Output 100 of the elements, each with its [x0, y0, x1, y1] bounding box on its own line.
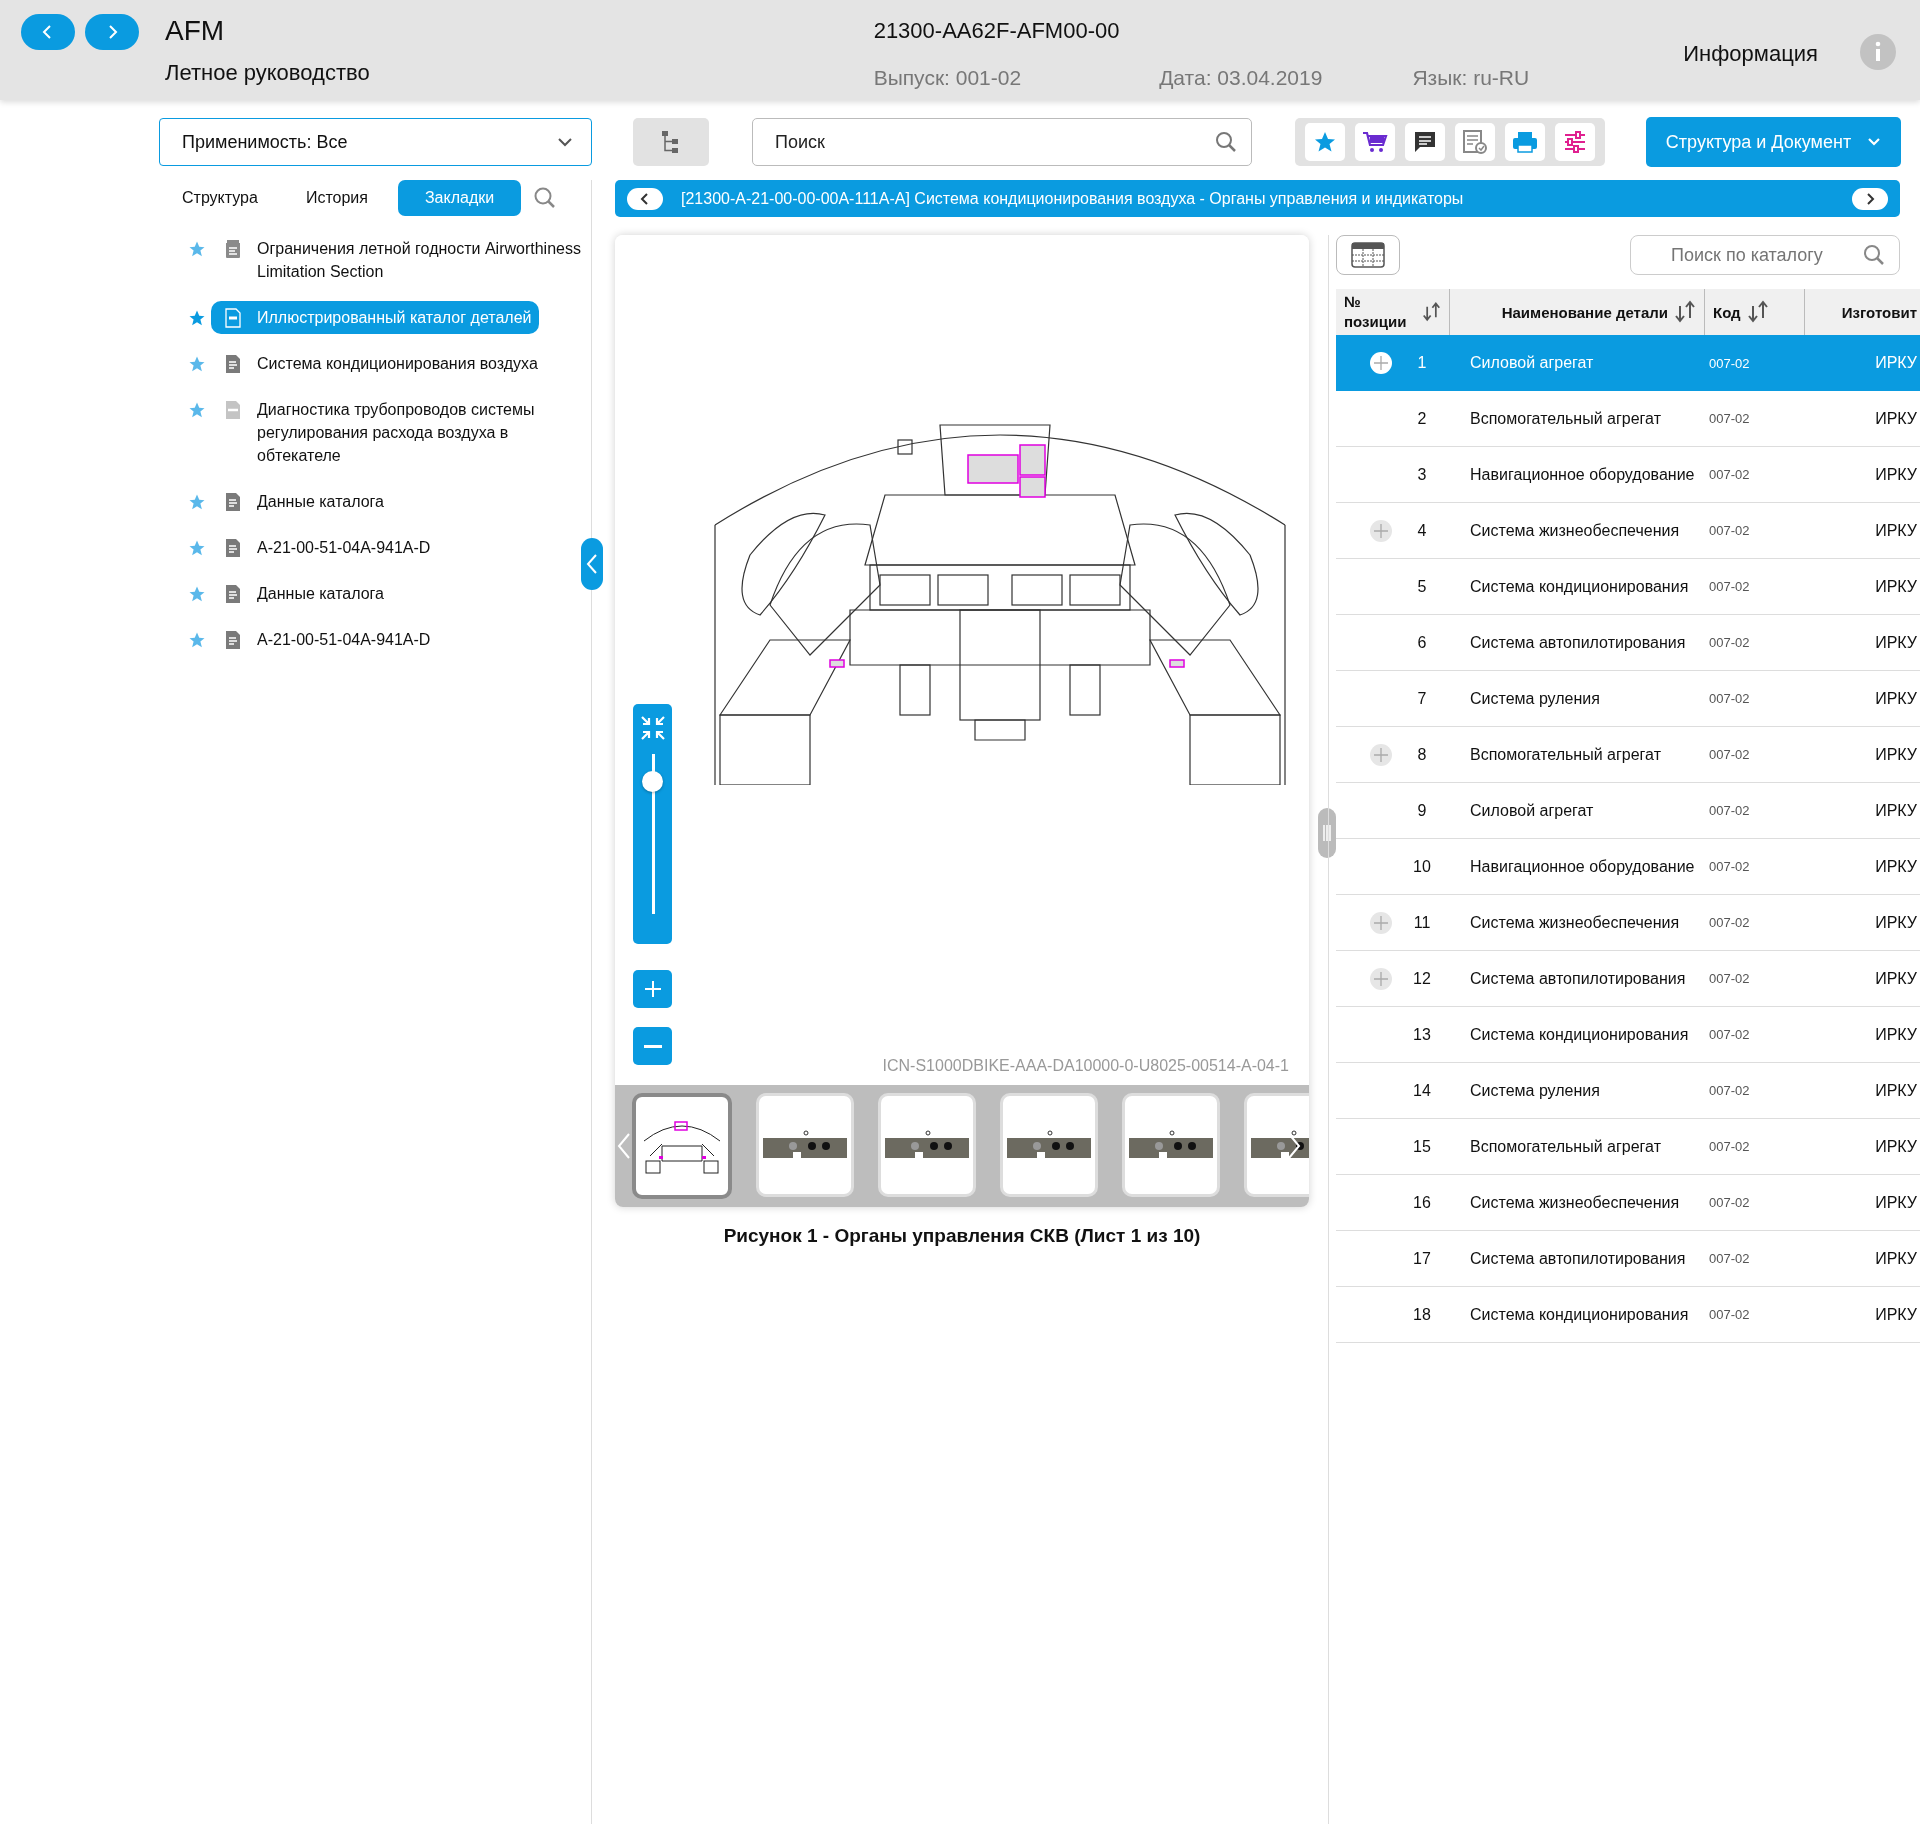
- table-row[interactable]: 12 Система автопилотирования 007-02 ИРКУ: [1336, 951, 1920, 1007]
- table-row[interactable]: 13 Система кондиционирования 007-02 ИРКУ: [1336, 1007, 1920, 1063]
- table-row[interactable]: 2 Вспомогательный агрегат 007-02 ИРКУ: [1336, 391, 1920, 447]
- zoom-in-button[interactable]: [633, 970, 672, 1008]
- minus-icon: [643, 1044, 662, 1048]
- table-row[interactable]: 15 Вспомогательный агрегат 007-02 ИРКУ: [1336, 1119, 1920, 1175]
- bookmark-item[interactable]: A-21-00-51-04A-941A-D: [211, 623, 439, 656]
- table-view-button[interactable]: [1336, 235, 1400, 275]
- table-cell-text: ИРКУ: [1874, 1193, 1918, 1212]
- language-label: Язык: ru-RU: [1412, 66, 1530, 90]
- table-cell-text: 15: [1412, 1137, 1432, 1156]
- star-icon[interactable]: [188, 240, 206, 258]
- forward-button[interactable]: [85, 14, 139, 50]
- bookmark-item[interactable]: A-21-00-51-04A-941A-D: [211, 531, 439, 564]
- info-link[interactable]: Информация: [1683, 0, 1818, 67]
- resize-handle[interactable]: [1318, 808, 1336, 858]
- table-row[interactable]: 6 Система автопилотирования 007-02 ИРКУ: [1336, 615, 1920, 671]
- search-icon[interactable]: [1214, 130, 1238, 154]
- table-cell-text: 13: [1412, 1025, 1432, 1044]
- star-icon[interactable]: [188, 401, 206, 419]
- sort-icon[interactable]: [1746, 300, 1769, 324]
- table-cell-text: 007-02: [1708, 803, 1751, 818]
- table-cell-text: Система кондиционирования: [1469, 1305, 1690, 1324]
- next-button[interactable]: [1852, 187, 1888, 210]
- catalog-search-field[interactable]: Поиск по каталогу: [1630, 235, 1900, 275]
- bookmark-item[interactable]: Система кондиционирования воздуха: [211, 347, 546, 380]
- figure-id: ICN-S1000DBIKE-AAA-DA10000-0-U8025-00514-A-04-1: [882, 1057, 1289, 1075]
- table-cell-text: 007-02: [1708, 467, 1751, 482]
- table-row[interactable]: 4 Система жизнеобеспечения 007-02 ИРКУ: [1336, 503, 1920, 559]
- table-row[interactable]: 18 Система кондиционирования 007-02 ИРКУ: [1336, 1287, 1920, 1343]
- table-row[interactable]: 3 Навигационное оборудование 007-02 ИРКУ: [1336, 447, 1920, 503]
- table-row[interactable]: 7 Система руления 007-02 ИРКУ: [1336, 671, 1920, 727]
- star-icon[interactable]: [188, 631, 206, 649]
- table-row[interactable]: 16 Система жизнеобеспечения 007-02 ИРКУ: [1336, 1175, 1920, 1231]
- expand-icon[interactable]: [1369, 351, 1393, 375]
- zoom-out-button[interactable]: [633, 1027, 672, 1065]
- expand-icon[interactable]: [1369, 966, 1393, 991]
- comment-icon[interactable]: [1405, 123, 1445, 161]
- expand-icon[interactable]: [1369, 742, 1393, 767]
- search-icon[interactable]: [1862, 243, 1886, 267]
- table-cell-text: 007-02: [1708, 1251, 1751, 1266]
- document-icon: [225, 492, 241, 512]
- cart-icon[interactable]: [1355, 123, 1395, 161]
- expand-icon[interactable]: [1369, 518, 1393, 543]
- table-cell-text: 007-02: [1708, 1195, 1751, 1210]
- previous-button[interactable]: [627, 187, 663, 210]
- table-row[interactable]: 5 Система кондиционирования 007-02 ИРКУ: [1336, 559, 1920, 615]
- info-icon[interactable]: [1860, 34, 1896, 70]
- table-cell-text: 10: [1412, 857, 1432, 876]
- star-icon[interactable]: [188, 585, 206, 603]
- document-check-icon[interactable]: [1455, 123, 1495, 161]
- table-cell-text: 007-02: [1708, 859, 1751, 874]
- table-cell-text: ИРКУ: [1874, 633, 1918, 652]
- table-row[interactable]: 14 Система руления 007-02 ИРКУ: [1336, 1063, 1920, 1119]
- document-icon: [225, 538, 241, 558]
- sort-icon[interactable]: [1422, 300, 1441, 324]
- table-cell-text: ИРКУ: [1874, 354, 1918, 372]
- chevron-left-icon: [586, 553, 598, 575]
- table-cell-text: 9: [1416, 801, 1428, 820]
- table-row[interactable]: 17 Система автопилотирования 007-02 ИРКУ: [1336, 1231, 1920, 1287]
- table-row[interactable]: 11 Система жизнеобеспечения 007-02 ИРКУ: [1336, 895, 1920, 951]
- table-row[interactable]: 10 Навигационное оборудование 007-02 ИРКУ: [1336, 839, 1920, 895]
- table-cell-text: ИРКУ: [1874, 857, 1918, 876]
- thumbnail[interactable]: [632, 1093, 732, 1199]
- table-row[interactable]: 9 Силовой агрегат 007-02 ИРКУ: [1336, 783, 1920, 839]
- bookmark-item[interactable]: Диагностика трубопроводов системы регулирования расхода воздуха в обтекателе: [211, 393, 591, 472]
- applicability-dropdown[interactable]: Применимость: Все: [159, 118, 592, 166]
- table-row[interactable]: 8 Вспомогательный агрегат 007-02 ИРКУ: [1336, 727, 1920, 783]
- collapse-panel-button[interactable]: [581, 538, 603, 590]
- fit-screen-icon[interactable]: [638, 714, 667, 742]
- star-icon[interactable]: [188, 539, 206, 557]
- slider-thumb[interactable]: [642, 770, 663, 792]
- column-header[interactable]: Изготовит: [1805, 289, 1920, 335]
- sliders-icon[interactable]: [1555, 123, 1595, 161]
- star-icon[interactable]: [188, 493, 206, 511]
- sidebar-tab[interactable]: История: [287, 180, 386, 216]
- table-cell-text: 007-02: [1708, 1083, 1751, 1098]
- bookmark-item[interactable]: Данные каталога: [211, 485, 392, 518]
- chevron-left-icon: [640, 191, 650, 206]
- table-cell-text: 4: [1416, 521, 1428, 540]
- sidebar-tab[interactable]: Структура: [164, 180, 276, 216]
- tree-view-button[interactable]: [633, 118, 709, 166]
- star-icon[interactable]: [188, 355, 206, 373]
- table-cell-text: Навигационное оборудование: [1469, 857, 1696, 876]
- star-icon[interactable]: [188, 309, 206, 327]
- bookmark-item[interactable]: Ограничения летной годности Airworthiness Limitation Section: [211, 232, 591, 288]
- breadcrumb-title: [21300-A-21-00-00-00A-111A-A] Система кондиционирования воздуха - Органы управления и индикаторы: [681, 189, 1465, 208]
- print-icon[interactable]: [1505, 123, 1545, 161]
- expand-icon[interactable]: [1369, 910, 1393, 935]
- document-icon: [225, 400, 241, 420]
- table-cell-text: Вспомогательный агрегат: [1469, 745, 1662, 764]
- document-icon: [225, 239, 241, 259]
- document-icon: [225, 308, 241, 328]
- sort-icon[interactable]: [1674, 300, 1696, 324]
- chevron-left-icon[interactable]: [617, 1132, 631, 1160]
- table-cell-text: ИРКУ: [1874, 1249, 1918, 1268]
- table-cell-text: ИРКУ: [1874, 409, 1918, 428]
- bookmark-item[interactable]: Данные каталога: [211, 577, 392, 610]
- search-field[interactable]: Поиск: [752, 118, 1252, 166]
- back-button[interactable]: [21, 14, 75, 50]
